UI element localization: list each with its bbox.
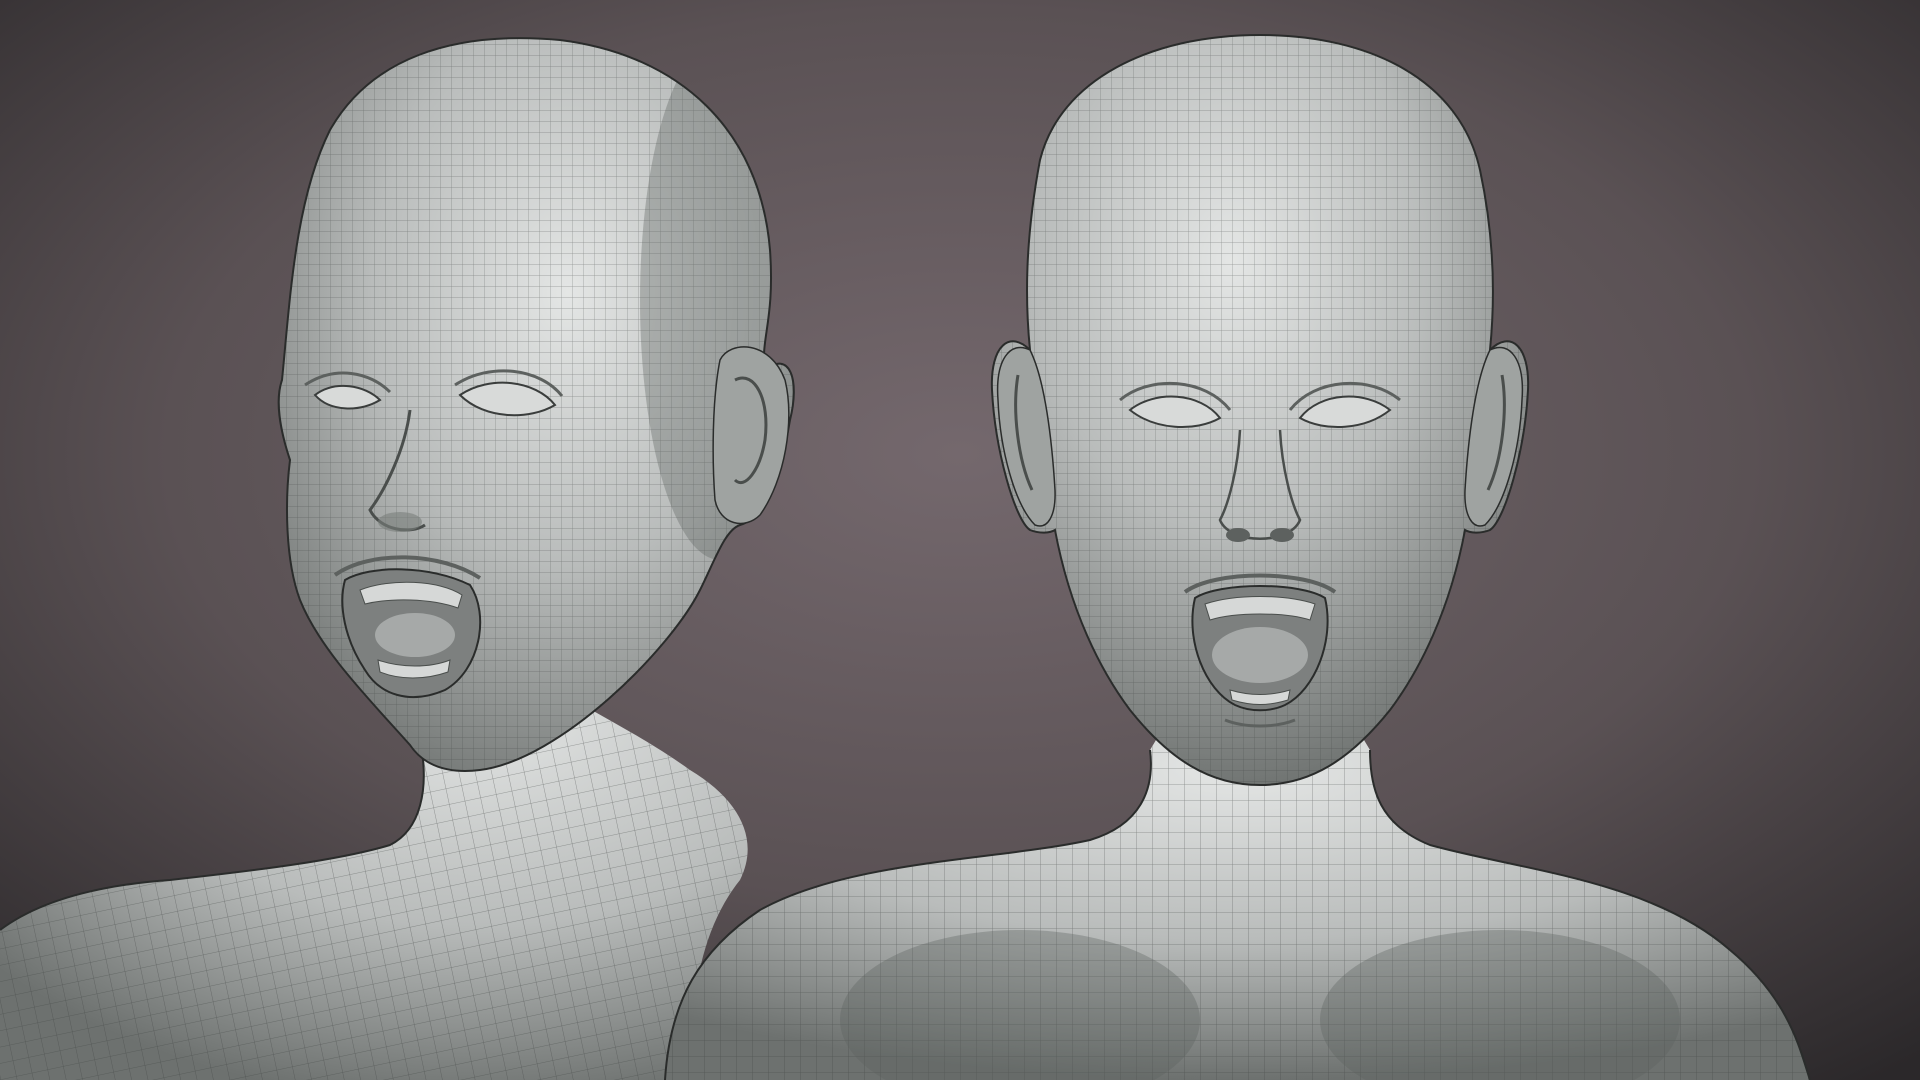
- render-canvas: [0, 0, 1920, 1080]
- 3d-viewport: [0, 0, 1920, 1080]
